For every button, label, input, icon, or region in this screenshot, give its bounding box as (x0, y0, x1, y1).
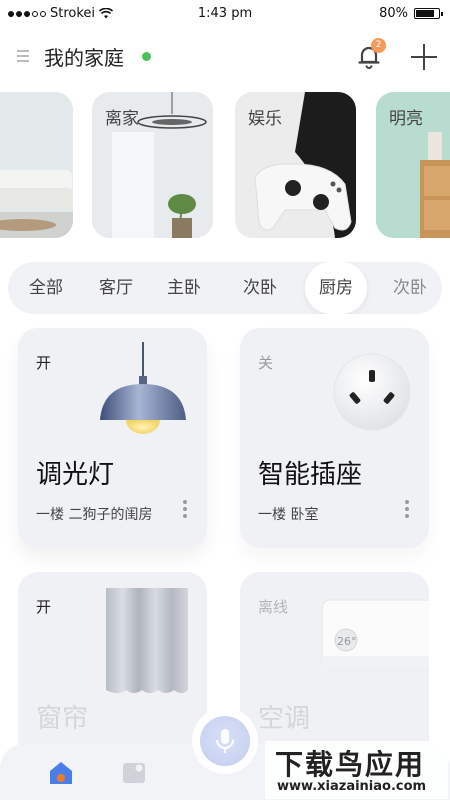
tab-second-bedroom-2[interactable]: 次卧 (374, 262, 442, 314)
sofa-image (0, 92, 73, 238)
scene-label: 娱乐 (248, 109, 282, 129)
curtain-icon (106, 588, 188, 693)
more-options-icon[interactable] (405, 500, 409, 518)
scene-card-bright[interactable]: 明亮 (376, 92, 450, 238)
add-icon[interactable] (411, 44, 437, 70)
more-options-icon[interactable] (183, 500, 187, 518)
room-tabs: 全部 客厅 主卧 次卧 厨房 次卧 (8, 262, 442, 314)
device-state[interactable]: 开 (36, 596, 51, 617)
scene-card-entertainment[interactable]: 娱乐 (235, 92, 356, 238)
battery-percent: 80% (379, 6, 408, 21)
battery-icon (414, 8, 443, 19)
device-name: 窗帘 (36, 704, 89, 734)
ac-temperature: 26° (337, 635, 357, 648)
devices-icon[interactable] (122, 762, 146, 784)
device-name: 调光灯 (36, 460, 115, 490)
home-icon[interactable] (48, 760, 74, 786)
tab-all[interactable]: 全部 (8, 262, 84, 314)
device-card-smart-socket[interactable]: 关 智能插座 一楼 卧室 (240, 328, 429, 548)
page-title[interactable]: 我的家庭 (44, 42, 124, 71)
app-header: 我的家庭 2 (0, 38, 450, 78)
device-state[interactable]: 离线 (258, 596, 288, 617)
tab-master-bedroom[interactable]: 主卧 (148, 262, 220, 314)
watermark-url: www.xiazainiao.com (277, 779, 427, 794)
pendant-lamp-icon (100, 342, 186, 434)
notification-badge: 2 (371, 38, 386, 53)
device-state[interactable]: 关 (258, 352, 273, 373)
menu-icon[interactable] (17, 50, 29, 62)
tab-second-bedroom[interactable]: 次卧 (224, 262, 296, 314)
battery-status: 80% (379, 6, 443, 21)
device-name: 空调 (258, 704, 311, 734)
voice-assistant-button[interactable] (200, 716, 250, 766)
scene-card-living-room[interactable] (0, 92, 73, 238)
scene-carousel[interactable]: 离家 娱乐 明亮 (0, 92, 450, 240)
device-location: 一楼 二狗子的闺房 (36, 507, 153, 523)
tab-kitchen[interactable]: 厨房 (305, 262, 367, 314)
status-bar: Strokei 1:43 pm 80% (0, 0, 450, 28)
device-location: 一楼 卧室 (258, 507, 319, 523)
watermark: 下载鸟应用 www.xiazainiao.com (265, 741, 448, 799)
device-state[interactable]: 开 (36, 352, 51, 373)
device-name: 智能插座 (258, 460, 363, 490)
power-socket-icon (333, 353, 411, 431)
watermark-title: 下载鸟应用 (275, 748, 426, 781)
online-status-dot (142, 52, 151, 61)
tab-living-room[interactable]: 客厅 (80, 262, 152, 314)
scene-label: 离家 (105, 109, 139, 129)
scene-label: 明亮 (389, 109, 423, 129)
scene-card-away[interactable]: 离家 (92, 92, 213, 238)
device-card-dimmer-light[interactable]: 开 调光灯 一楼 二狗子的闺房 (18, 328, 207, 548)
microphone-icon (216, 729, 234, 753)
